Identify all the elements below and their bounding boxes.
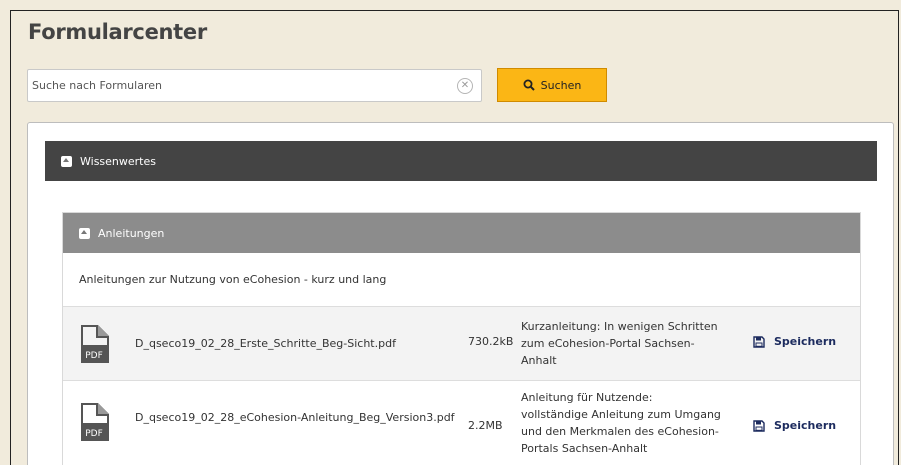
floppy-disk-icon xyxy=(753,335,765,348)
subsection-description: Anleitungen zur Nutzung von eCohesion - … xyxy=(63,253,860,306)
section-header-wissenwertes[interactable]: Wissenwertes xyxy=(45,141,877,181)
file-name: D_qseco19_02_28_Erste_Schritte_Beg-Sicht… xyxy=(135,337,396,350)
pdf-label: PDF xyxy=(85,351,103,361)
file-size: 730.2kB xyxy=(468,335,514,348)
subsection-title: Anleitungen xyxy=(98,226,165,240)
file-name: D_qseco19_02_28_eCohesion-Anleitung_Beg_… xyxy=(135,411,455,424)
subsection-anleitungen: Anleitungen Anleitungen zur Nutzung von … xyxy=(62,212,861,465)
save-button[interactable]: Speichern xyxy=(753,335,836,348)
pdf-label: PDF xyxy=(85,429,103,439)
file-description: Anleitung für Nutzende: vollständige Anl… xyxy=(521,391,721,455)
clear-icon[interactable]: ✕ xyxy=(457,78,473,94)
search-icon xyxy=(523,79,535,91)
save-label: Speichern xyxy=(774,335,837,348)
file-description: Kurzanleitung: In wenigen Schritten zum … xyxy=(521,320,718,367)
file-row: PDF D_qseco19_02_28_eCohesion-Anleitung_… xyxy=(63,380,860,465)
file-row: PDF D_qseco19_02_28_Erste_Schritte_Beg-S… xyxy=(63,306,860,380)
collapse-icon xyxy=(61,155,72,167)
search-box: ✕ xyxy=(27,69,482,102)
search-button[interactable]: Suchen xyxy=(497,68,607,102)
page-title: Formularcenter xyxy=(28,20,207,44)
file-size: 2.2MB xyxy=(468,419,503,432)
pdf-file-icon: PDF xyxy=(81,403,109,441)
section-title: Wissenwertes xyxy=(80,154,156,168)
pdf-file-icon: PDF xyxy=(81,325,109,363)
search-input[interactable] xyxy=(28,70,448,101)
collapse-icon xyxy=(79,227,90,239)
floppy-disk-icon xyxy=(753,419,765,432)
save-label: Speichern xyxy=(774,419,837,432)
save-button[interactable]: Speichern xyxy=(753,419,836,432)
subsection-header[interactable]: Anleitungen xyxy=(63,213,860,253)
search-button-label: Suchen xyxy=(540,78,582,92)
